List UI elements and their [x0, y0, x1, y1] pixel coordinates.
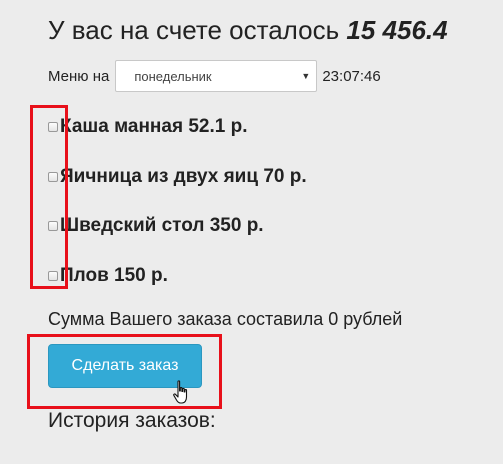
- menu-item-label: Каша манная 52.1 р.: [60, 116, 248, 137]
- menu-item: Каша манная 52.1 р.: [48, 116, 247, 138]
- clock-time: 23:07:46: [322, 67, 381, 85]
- day-select-value: понедельник: [134, 68, 212, 84]
- balance-heading: У вас на счете осталось 15 456.4: [48, 15, 448, 46]
- menu-item: Шведский стол 350 р.: [48, 215, 264, 237]
- button-highlight: [27, 334, 222, 409]
- checkbox-highlight: [30, 105, 68, 289]
- menu-item-label: Шведский стол 350 р.: [60, 215, 264, 236]
- chevron-down-icon: ▼: [301, 71, 311, 81]
- menu-item: Яичница из двух яиц 70 р.: [48, 166, 307, 188]
- order-page: У вас на счете осталось 15 456.4 Меню на…: [0, 0, 503, 464]
- day-select[interactable]: понедельник ▼: [115, 60, 318, 92]
- menu-item-label: Яичница из двух яиц 70 р.: [60, 166, 307, 187]
- balance-prefix: У вас на счете осталось: [48, 15, 340, 45]
- menu-item-label: Плов 150 р.: [60, 265, 168, 286]
- order-sum-text: Сумма Вашего заказа составила 0 рублей: [48, 309, 403, 329]
- balance-amount: 15 456.4: [346, 15, 448, 45]
- menu-label: Меню на: [48, 67, 110, 85]
- order-history-heading: История заказов:: [48, 409, 216, 432]
- menu-row: Меню на понедельник ▼ 23:07:46: [48, 60, 381, 92]
